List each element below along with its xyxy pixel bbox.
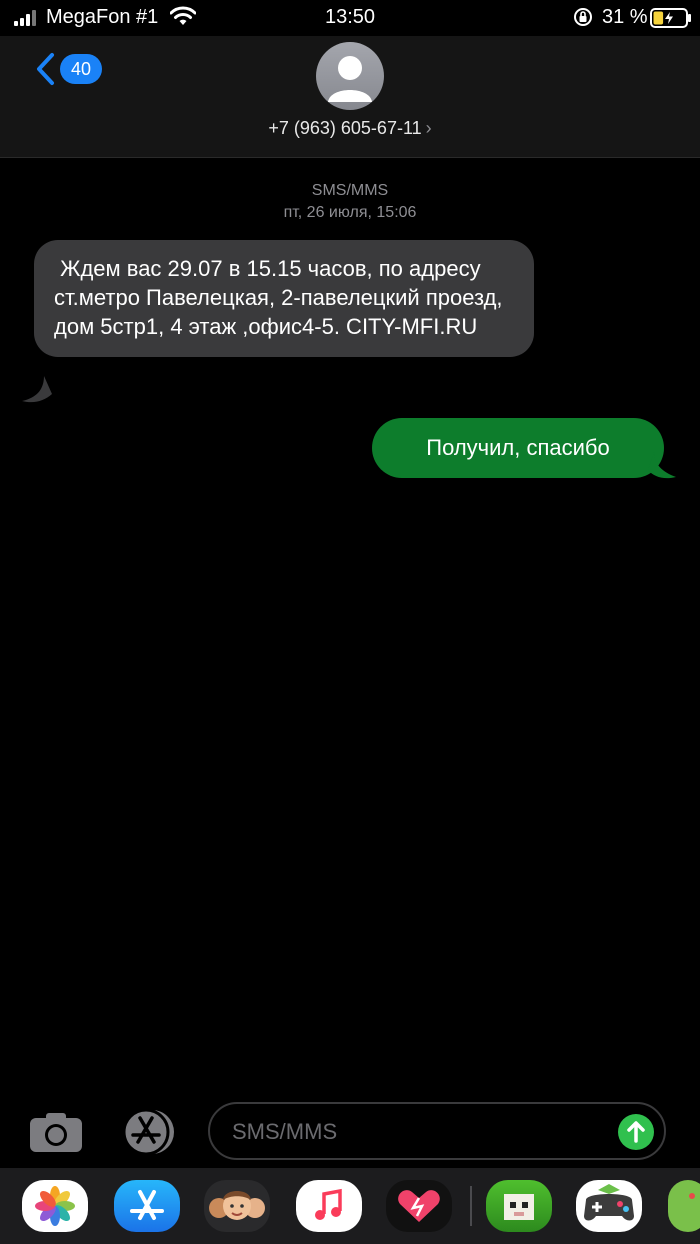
contact-avatar[interactable] <box>316 42 384 110</box>
orientation-lock-icon <box>574 8 592 26</box>
battery-charging-icon <box>650 8 691 28</box>
message-input-placeholder: SMS/MMS <box>232 1119 338 1144</box>
memoji-app-icon[interactable] <box>204 1180 270 1232</box>
back-button[interactable]: 40 <box>34 52 102 86</box>
battery-percent: 31 % <box>602 6 648 28</box>
camera-icon[interactable] <box>28 1108 84 1156</box>
incoming-message-bubble[interactable]: Ждем вас 29.07 в 15.15 часов, по адресу … <box>34 240 534 357</box>
outgoing-message-bubble[interactable]: Получил, спасибо <box>372 418 664 478</box>
app-store-app-icon[interactable] <box>114 1180 180 1232</box>
chevron-right-icon: › <box>425 118 432 138</box>
status-bar: MegaFon #1 13:50 31 % <box>0 0 700 36</box>
contact-number: +7 (963) 605-67-11 <box>268 118 422 138</box>
send-button[interactable] <box>618 1114 654 1150</box>
message-timestamp: пт, 26 июля, 15:06 <box>283 204 417 221</box>
unread-count-badge: 40 <box>60 54 102 84</box>
thread-meta: SMS/MMS пт, 26 июля, 15:06 <box>0 180 700 224</box>
conversation-header: 40 +7 (963) 605-67-11 › <box>0 36 700 158</box>
app-store-icon[interactable] <box>118 1108 178 1156</box>
game-app-icon[interactable] <box>486 1180 552 1232</box>
message-input[interactable]: SMS/MMS <box>208 1102 666 1160</box>
imessage-app-drawer <box>0 1168 700 1244</box>
person-icon <box>328 56 372 102</box>
green-app-icon[interactable] <box>668 1180 700 1232</box>
game-controller-app-icon[interactable] <box>576 1180 642 1232</box>
photos-app-icon[interactable] <box>22 1180 88 1232</box>
music-app-icon[interactable] <box>296 1180 362 1232</box>
clock: 13:50 <box>324 6 376 28</box>
drawer-divider <box>470 1186 472 1226</box>
outgoing-bubble-tail <box>648 452 676 479</box>
service-label: SMS/MMS <box>311 182 389 199</box>
send-arrow-icon <box>627 1121 645 1143</box>
contact-name[interactable]: +7 (963) 605-67-11 › <box>0 118 700 139</box>
digital-touch-app-icon[interactable] <box>386 1180 452 1232</box>
chevron-left-icon <box>37 53 54 85</box>
incoming-bubble-tail <box>22 376 52 403</box>
